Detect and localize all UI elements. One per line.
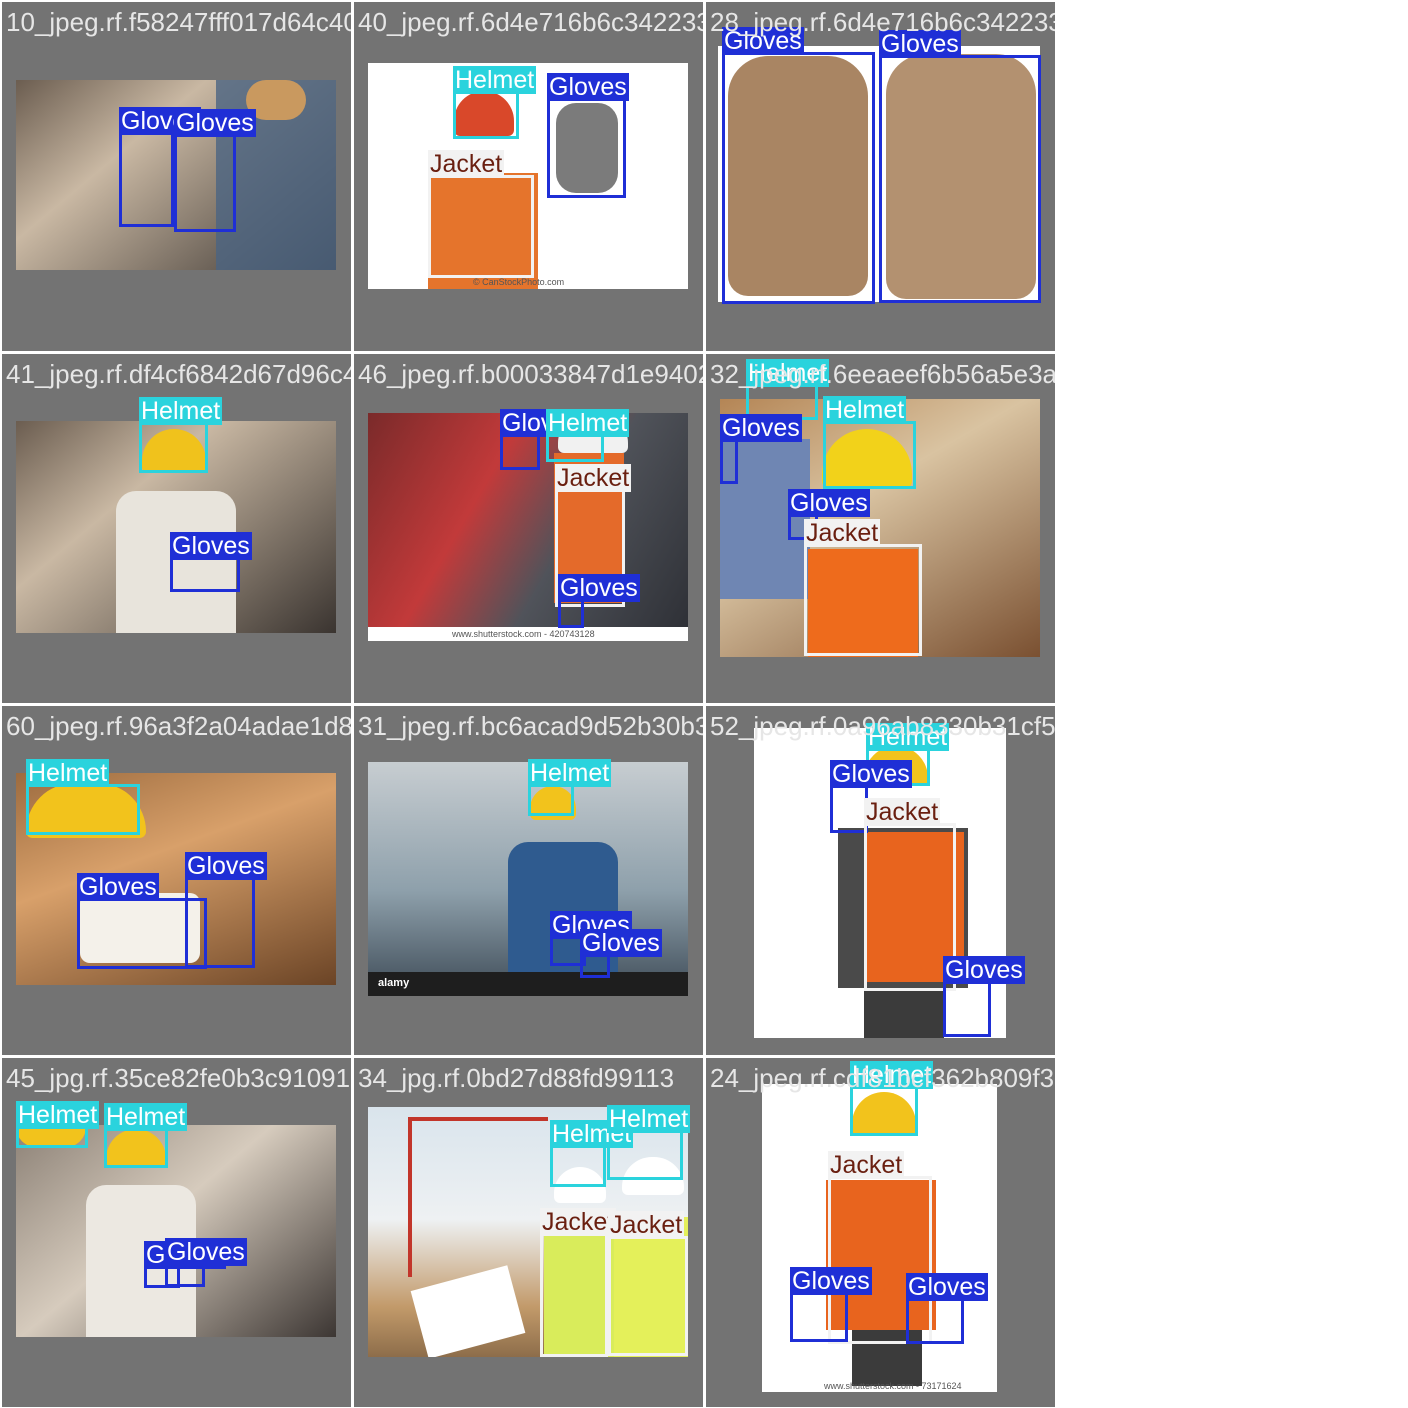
- bbox-gloves: Gloves: [174, 109, 256, 232]
- bbox-label: Gloves: [174, 109, 256, 137]
- tile-title: 31_jpeg.rf.bc6acad9d52b30b31cf51af52d9: [358, 711, 703, 741]
- bbox-helmet: Helmet: [16, 1101, 100, 1148]
- bbox-jacket: Jacket: [428, 150, 534, 278]
- bbox-label: Jacket: [555, 464, 632, 492]
- mosaic-grid: 10_jpeg.rf.f58247fff017d64c404e4bc8c0644…: [0, 0, 1408, 1408]
- bbox-gloves: Gloves: [580, 929, 662, 978]
- bbox-helmet: Helmet: [823, 396, 916, 489]
- bbox-label: Gloves: [720, 414, 802, 442]
- bbox-label: Gloves: [906, 1273, 988, 1301]
- bbox-gloves: Gloves: [558, 574, 640, 628]
- bbox-helmet: Helmet: [26, 759, 140, 835]
- bbox-label: Helmet: [746, 359, 830, 387]
- bbox-jacket: Jacket: [540, 1208, 617, 1357]
- footer-strip: [368, 972, 688, 996]
- tile-2: 28_jpeg.rf.6d4e716b6c342233e05d6d84c9192…: [706, 2, 1055, 351]
- tile-title: 60_jpeg.rf.96a3f2a04adae1d81b2a67a37585b…: [6, 711, 351, 741]
- tile-title: 34_jpg.rf.0bd27d88fd99113: [358, 1063, 675, 1093]
- bbox-gloves: Gloves: [547, 73, 629, 198]
- bbox-gloves: Gloves: [170, 532, 252, 592]
- bbox-gloves: Gloves: [906, 1273, 988, 1344]
- bbox-label: Jacket: [828, 1151, 905, 1179]
- tile-0: 10_jpeg.rf.f58247fff017d64c404e4bc8c0644…: [2, 2, 351, 351]
- bbox-label: Gloves: [830, 760, 912, 788]
- tile-8: 52_jpeg.rf.0a96ab8330b31cf51af52d9 Helme…: [706, 706, 1055, 1055]
- bbox-label: Gloves: [77, 873, 159, 901]
- bbox-jacket: Jacket: [608, 1211, 688, 1356]
- bbox-label: Helmet: [16, 1101, 100, 1129]
- bbox-label: Helmet: [850, 1061, 934, 1089]
- bbox-helmet: Helmet: [546, 409, 630, 462]
- bbox-label: Gloves: [943, 956, 1025, 984]
- bbox-helmet: Helmet: [550, 1120, 634, 1187]
- tile-10: 34_jpg.rf.0bd27d88fd99113 Helmet Helmet …: [354, 1058, 703, 1407]
- bbox-label: Gloves: [547, 73, 629, 101]
- tile-11: 24_jpeg.rf.cdf81bcf362b809f39f6ce www.sh…: [706, 1058, 1055, 1407]
- bbox-label: Gloves: [790, 1267, 872, 1295]
- tile-4: 46_jpeg.rf.b00033847d1e9402f41423486794 …: [354, 354, 703, 703]
- bbox-helmet: Helmet: [528, 759, 612, 816]
- bbox-label: Gloves: [879, 30, 961, 58]
- blueprint-shape: [410, 1265, 526, 1357]
- bbox-label: Gloves: [185, 852, 267, 880]
- tile-title: 45_jpg.rf.35ce82fe0b3c9109134f6378b5dd27…: [6, 1063, 351, 1093]
- bbox-gloves: Gloves: [722, 27, 875, 304]
- bbox-label: Jacket: [864, 798, 941, 826]
- bbox-label: Helmet: [528, 759, 612, 787]
- bbox-label: Jacket: [428, 150, 505, 178]
- bbox-label: Helmet: [26, 759, 110, 787]
- bbox-label: Jacket: [608, 1211, 685, 1239]
- crane-jib-shape: [408, 1117, 548, 1121]
- tile-title: 46_jpeg.rf.b00033847d1e9402f41423486794: [358, 359, 703, 389]
- bbox-gloves: Gloves: [77, 873, 207, 969]
- bbox-jacket: Jacket: [804, 519, 922, 656]
- bbox-label: Gloves: [580, 929, 662, 957]
- bbox-gloves: Gloves: [879, 30, 1041, 303]
- bbox-gloves: Gloves: [500, 409, 582, 470]
- tile-title: 40_jpeg.rf.6d4e716b6c342233e05d6d84c9192…: [358, 7, 703, 37]
- watermark-text: © CanStockPhoto.com: [473, 277, 565, 287]
- bbox-helmet: Helmet: [104, 1103, 188, 1168]
- tile-title: 10_jpeg.rf.f58247fff017d64c404e4bc8c0644…: [6, 7, 351, 37]
- bbox-label: Gloves: [788, 489, 870, 517]
- bbox-label: Gloves: [165, 1238, 247, 1266]
- tile-3: 41_jpeg.rf.df4cf6842d67d96c461f7a3b70033…: [2, 354, 351, 703]
- tile-7: 31_jpeg.rf.bc6acad9d52b30b31cf51af52d9 a…: [354, 706, 703, 1055]
- bbox-gloves: Gloves: [119, 107, 201, 227]
- bbox-helmet: Helmet: [453, 66, 537, 139]
- bbox-label: Helmet: [607, 1105, 691, 1133]
- tile-5: 32_jpeg.rf.6eeaeef6b56a5e3a5f0a56c3b57 H…: [706, 354, 1055, 703]
- watermark-text: alamy: [378, 977, 410, 989]
- bbox-gloves: Gloves: [790, 1267, 872, 1342]
- bbox-gloves: Gloves: [720, 414, 802, 484]
- crane-mast-shape: [408, 1117, 412, 1277]
- tile-photo: [16, 1125, 336, 1337]
- bbox-label: Helmet: [823, 396, 907, 424]
- bbox-label: Jacket: [804, 519, 881, 547]
- pants-shape: [864, 988, 944, 1038]
- tile-title: 41_jpeg.rf.df4cf6842d67d96c461f7a3b70033…: [6, 359, 351, 389]
- bbox-label: Gloves: [558, 574, 640, 602]
- watermark-text: www.shutterstock.com - 73171624: [824, 1381, 962, 1391]
- bbox-label: Helmet: [139, 397, 223, 425]
- tile-6: 60_jpeg.rf.96a3f2a04adae1d81b2a67a37585b…: [2, 706, 351, 1055]
- bbox-helmet: Helmet: [850, 1061, 934, 1136]
- bbox-label: Gloves: [722, 27, 804, 55]
- bbox-label: Helmet: [546, 409, 630, 437]
- tile-1: 40_jpeg.rf.6d4e716b6c342233e05d6d84c9192…: [354, 2, 703, 351]
- watermark-text: www.shutterstock.com - 420743128: [452, 629, 595, 639]
- bbox-label: Helmet: [453, 66, 537, 94]
- bbox-label: Helmet: [866, 723, 950, 751]
- bbox-gloves: Gloves: [830, 760, 912, 833]
- bbox-helmet: Helmet: [139, 397, 223, 473]
- bbox-label: Gloves: [170, 532, 252, 560]
- bbox-gloves: Gloves: [943, 956, 1025, 1037]
- bbox-label: Jacket: [540, 1208, 617, 1236]
- bbox-label: Helmet: [104, 1103, 188, 1131]
- tile-9: 45_jpg.rf.35ce82fe0b3c9109134f6378b5dd27…: [2, 1058, 351, 1407]
